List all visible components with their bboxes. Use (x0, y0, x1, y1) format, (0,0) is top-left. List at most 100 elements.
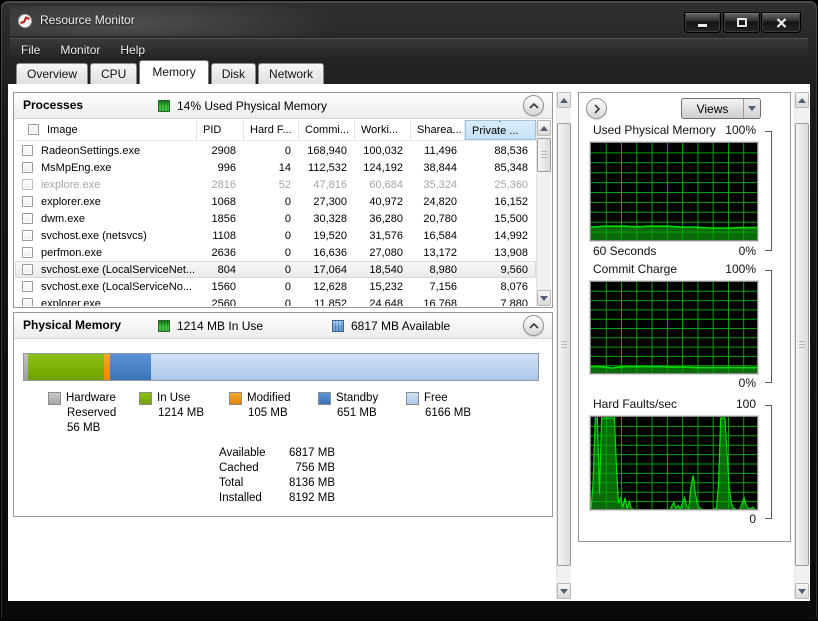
cell-commit: 17,064 (313, 263, 347, 276)
table-row[interactable]: dwm.exe 1856 0 30,328 36,280 20,780 15,500 (15, 210, 536, 227)
cell-working-set: 124,192 (363, 161, 403, 174)
tab-cpu[interactable]: CPU (90, 63, 138, 85)
checkbox[interactable] (22, 281, 33, 292)
legend-swatch (229, 392, 242, 405)
process-table-body: RadeonSettings.exe 2908 0 168,940 100,032 11,… (15, 142, 536, 306)
graphs-panel-expand-button[interactable] (586, 98, 607, 119)
legend-item: Modified 105 MB (229, 391, 290, 421)
physical-memory-header[interactable]: Physical Memory 1214 MB In Use 6817 MB A… (14, 313, 552, 339)
cell-working-set: 27,080 (369, 246, 403, 259)
process-table-scrollbar[interactable] (536, 120, 551, 306)
cell-image: RadeonSettings.exe (41, 144, 141, 157)
checkbox[interactable] (22, 247, 33, 258)
cell-pid: 1856 (211, 212, 236, 225)
legend-label: Modified (247, 392, 291, 404)
legend-label: Free (424, 392, 448, 404)
processes-collapse-button[interactable] (523, 95, 544, 116)
graph-plot-commit-charge (590, 281, 758, 374)
stat-label: Installed (219, 492, 262, 504)
stat-row: Total 8136 MB (219, 477, 335, 492)
legend-line: Modified (229, 391, 290, 406)
table-row[interactable]: MsMpEng.exe 996 14 112,532 124,192 38,844 85,3… (15, 159, 536, 176)
views-dropdown-button[interactable] (743, 99, 760, 118)
table-row[interactable]: svchost.exe (LocalServiceNo... 1560 0 12,62… (15, 278, 536, 295)
column-header-hard-faults[interactable]: Hard F... (244, 120, 299, 140)
cell-pid: 2816 (211, 178, 236, 191)
column-header-image[interactable]: Image (15, 120, 197, 140)
legend-value: 651 MB (337, 407, 377, 419)
physical-memory-collapse-button[interactable] (523, 315, 544, 336)
tab-strip: Overview CPU Memory Disk Network (10, 60, 808, 85)
physical-memory-title: Physical Memory (23, 318, 122, 332)
row-checkbox-cell (15, 247, 39, 258)
checkbox[interactable] (22, 179, 33, 190)
scroll-down-button[interactable] (557, 583, 571, 599)
available-mini-icon (332, 320, 344, 332)
scrollbar-thumb[interactable] (537, 138, 551, 172)
table-row[interactable]: perfmon.exe 2636 0 16,636 27,080 13,172 13,908 (15, 244, 536, 261)
row-checkbox-cell (15, 145, 39, 156)
tab-memory[interactable]: Memory (139, 60, 209, 84)
cell-image: dwm.exe (41, 212, 86, 225)
cell-shareable: 11,496 (424, 144, 457, 157)
select-all-checkbox[interactable] (28, 124, 39, 135)
table-row[interactable]: RadeonSettings.exe 2908 0 168,940 100,032 11,… (15, 142, 536, 159)
close-icon (776, 17, 786, 28)
checkbox[interactable] (22, 196, 33, 207)
views-button[interactable]: Views (681, 98, 761, 119)
cell-private: 25,360 (494, 178, 528, 191)
graph-x-label: 60 Seconds (593, 244, 657, 258)
column-header-working-set[interactable]: Worki... (355, 120, 411, 140)
memory-bar-segment (150, 354, 538, 380)
column-header-shareable[interactable]: Sharea... (411, 120, 465, 140)
checkbox[interactable] (22, 264, 33, 275)
column-header-pid[interactable]: PID (197, 120, 244, 140)
legend-item: In Use 1214 MB (139, 391, 204, 421)
tab-disk[interactable]: Disk (210, 63, 257, 85)
cell-shareable: 7,156 (429, 280, 457, 293)
graphs-panel: Views Used Physical Memory 100% 0% 60 Secon… (578, 92, 791, 542)
table-row[interactable]: explorer.exe 1068 0 27,300 40,972 24,820 16,15… (15, 193, 536, 210)
cell-pid: 2560 (211, 297, 236, 307)
scroll-up-button[interactable] (795, 92, 809, 108)
resource-monitor-window: Resource Monitor File Monitor Help Overv… (0, 0, 818, 621)
views-label[interactable]: Views (682, 99, 743, 118)
menu-monitor[interactable]: Monitor (51, 41, 109, 59)
menu-help[interactable]: Help (111, 41, 154, 59)
cell-image: iexplore.exe (41, 178, 101, 191)
checkbox[interactable] (22, 230, 33, 241)
main-scrollbar[interactable] (556, 92, 571, 599)
scroll-up-button[interactable] (537, 120, 551, 136)
checkbox[interactable] (22, 162, 33, 173)
legend-line: Hardware (48, 391, 116, 406)
close-button[interactable] (761, 12, 801, 33)
table-row[interactable]: explorer.exe 2560 0 11,852 24,648 16,768 7,880 (15, 295, 536, 306)
scrollbar-thumb[interactable] (557, 123, 571, 566)
graph-max-label: 100% (725, 262, 756, 276)
cell-shareable: 38,844 (423, 161, 457, 174)
table-row[interactable]: svchost.exe (LocalServiceNet... 804 0 17,06… (15, 261, 536, 278)
cell-working-set: 31,576 (369, 229, 403, 242)
right-scrollbar[interactable] (794, 92, 809, 599)
table-row[interactable]: svchost.exe (netsvcs) 1108 0 19,520 31,576 16… (15, 227, 536, 244)
processes-header[interactable]: Processes 14% Used Physical Memory (14, 93, 552, 119)
scroll-down-button[interactable] (795, 583, 809, 599)
row-checkbox-cell (15, 264, 39, 275)
checkbox[interactable] (22, 298, 33, 306)
maximize-button[interactable] (723, 12, 760, 33)
cell-pid: 2636 (211, 246, 236, 259)
scrollbar-thumb[interactable] (795, 123, 809, 566)
scroll-down-button[interactable] (537, 290, 551, 306)
tab-overview[interactable]: Overview (16, 63, 89, 85)
minimize-button[interactable] (684, 12, 721, 33)
checkbox[interactable] (22, 213, 33, 224)
cell-commit: 30,328 (313, 212, 347, 225)
tab-network[interactable]: Network (258, 63, 325, 85)
table-row[interactable]: iexplore.exe 2816 52 47,816 60,684 35,324 25,3… (15, 176, 536, 193)
scale-bracket (765, 270, 772, 383)
checkbox[interactable] (22, 145, 33, 156)
column-header-commit[interactable]: Commi... (299, 120, 355, 140)
scroll-up-button[interactable] (557, 92, 571, 108)
column-header-private-sorted[interactable]: Private ... (465, 120, 536, 140)
menu-file[interactable]: File (12, 41, 49, 59)
